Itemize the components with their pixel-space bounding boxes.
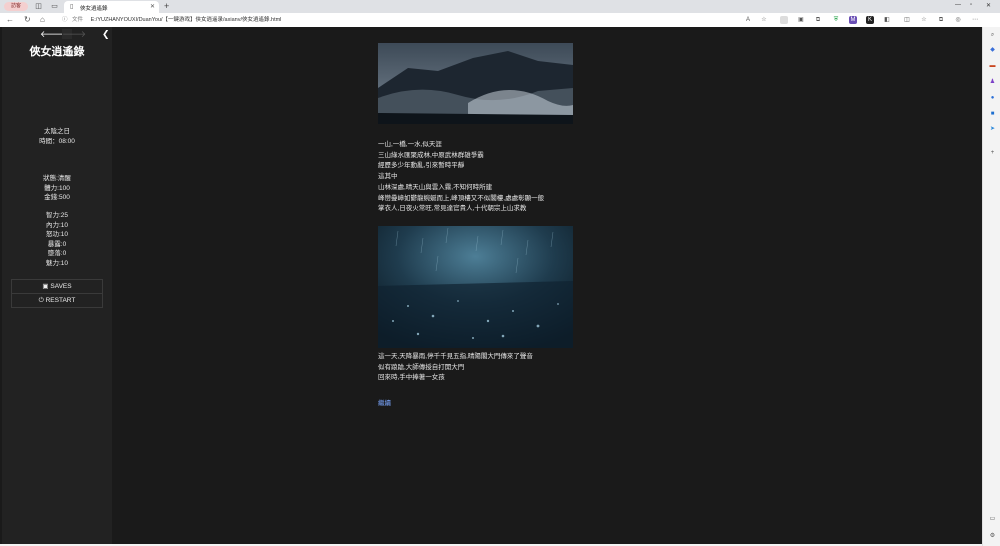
settings-gear-icon[interactable]: ⚙	[988, 532, 997, 541]
url-scheme-label: 文件	[72, 17, 84, 23]
stats-panel: 智力:25 內力:10 怒功:10 暴露:0 墮落:0 魅力:10	[2, 211, 112, 268]
story-line: 這一天,天降暴雨,停千千見五指,晴陽閣大門傳來了聲音	[378, 353, 533, 360]
refresh-icon[interactable]: ↻	[24, 15, 31, 24]
more-menu-icon[interactable]: ⋯	[971, 16, 979, 24]
circle-app-icon[interactable]: ●	[988, 94, 997, 103]
saves-label: SAVES	[50, 283, 72, 290]
close-window-icon[interactable]: ✕	[986, 2, 991, 9]
document-icon: ▯	[70, 4, 74, 10]
day-label: 太陰之日	[44, 128, 70, 135]
extension-icon-1[interactable]	[780, 16, 788, 24]
stat-exposure: 暴露:0	[47, 240, 67, 248]
extension-icon-3[interactable]: ⧉	[814, 16, 822, 24]
collections-icon[interactable]: ⧉	[937, 16, 945, 24]
story-line: 經歷多少年動亂,引來暫時平靜	[378, 162, 465, 170]
add-icon[interactable]: +	[988, 149, 997, 158]
restart-label: RESTART	[45, 297, 76, 304]
story-line: 回來時,手中捧著一女孩	[378, 374, 445, 382]
minimize-icon[interactable]: —	[955, 2, 961, 8]
stat-anger: 怒功:10	[45, 231, 69, 238]
save-disk-icon: ▣	[42, 283, 49, 290]
story-line: 這其中	[378, 173, 398, 181]
address-bar[interactable]: ⓘ 文件 E:/YUZHANYOUXI/DuanYou/【一鍵游戏】侠女逍遥录/…	[62, 15, 722, 25]
toolbox-icon[interactable]: ▬	[988, 62, 997, 71]
guest-profile-button[interactable]: 訪客	[4, 2, 28, 11]
saves-button[interactable]: ▣ SAVES	[11, 279, 103, 294]
tab-actions-icon[interactable]: ▭	[50, 2, 59, 11]
stat-corruption: 墮落:0	[47, 250, 67, 257]
story-line: 似有踉蹌,大師傳授自打開大門	[378, 363, 465, 371]
power-icon: ⏻	[38, 297, 44, 304]
screen-icon[interactable]: ▭	[988, 515, 997, 524]
history-forward-icon[interactable]: 🡒	[62, 29, 86, 39]
story-line: 三山綠水匯聚成林,中原武林群雄爭霸	[378, 151, 484, 159]
extension-icon-2[interactable]: ▣	[797, 16, 805, 24]
story-line: 一山,一橋,一水,似天涯	[378, 141, 442, 148]
story-paragraph-2: 這一天,天降暴雨,停千千見五指,晴陽閣大門傳來了聲音 似有踉蹌,大師傳授自打開大…	[378, 352, 678, 384]
tab-active[interactable]: ▯ 俠女逍遙錄 ✕	[64, 1, 159, 13]
stat-intelligence: 智力:25	[45, 212, 69, 219]
history-back-icon[interactable]: 🡐	[40, 29, 64, 39]
restart-button[interactable]: ⏻ RESTART	[11, 293, 103, 308]
tag-icon[interactable]: ◆	[988, 46, 997, 55]
continue-link[interactable]: 繼續	[378, 397, 391, 407]
extension-icon-6[interactable]: K	[866, 16, 874, 24]
game-sidebar: 🡐 🡒 ❮ 俠女逍遙錄 太陰之日 時間：08:00 狀態:清醒 體力:100 金…	[2, 27, 112, 544]
story-line: 峰巒疊嶂如鬱龍蜿蜒而上,峰頂樓又不似閣樓,處處彰顯一般	[378, 194, 545, 202]
workspaces-icon[interactable]: ◫	[34, 2, 43, 11]
time-value: 時間：08:00	[39, 137, 75, 145]
favorite-star-icon[interactable]: ☆	[760, 16, 768, 24]
home-icon[interactable]: ⌂	[40, 15, 45, 24]
browser-tab-bar: 訪客 ◫ ▭ ▯ 俠女逍遙錄 ✕ + — ▫ ✕	[0, 0, 1000, 13]
people-icon[interactable]: ♟	[988, 78, 997, 87]
collapse-sidebar-icon[interactable]: ❮	[102, 29, 110, 40]
address-toolbar: ← ↻ ⌂ ⓘ 文件 E:/YUZHANYOUXI/DuanYou/【一鍵游戏】…	[0, 13, 1000, 28]
tab-title: 俠女逍遙錄	[80, 6, 108, 12]
extension-icon-7[interactable]: ◧	[883, 16, 891, 24]
url-text[interactable]: E:/YUZHANYOUXI/DuanYou/【一鍵游戏】侠女逍遥录/axian…	[91, 17, 282, 23]
favorites-icon[interactable]: ☆	[920, 16, 928, 24]
status-panel: 狀態:清醒 體力:100 金錢:500	[2, 174, 112, 203]
rain-image	[378, 226, 573, 348]
read-aloud-icon[interactable]: A	[744, 16, 752, 24]
send-icon[interactable]: ➤	[988, 125, 997, 134]
extension-icon-5[interactable]: M	[849, 16, 857, 24]
time-panel: 太陰之日 時間：08:00	[2, 127, 112, 146]
search-icon[interactable]: ⌕	[988, 31, 997, 40]
misty-mountain-image	[378, 43, 573, 124]
outlook-icon[interactable]: ■	[988, 110, 997, 119]
split-screen-icon[interactable]: ◫	[903, 16, 911, 24]
site-info-icon[interactable]: ⓘ	[62, 17, 68, 23]
status-text: 狀態:清醒	[43, 175, 71, 182]
stat-charm: 魅力:10	[45, 259, 69, 267]
shield-icon[interactable]: ⛨	[832, 16, 840, 24]
stamina-text: 體力:100	[44, 184, 70, 192]
stat-inner-power: 內力:10	[45, 221, 69, 229]
browser-right-sidebar: ⌕ ◆ ▬ ♟ ● ■ ➤ + ▭ ⚙	[982, 27, 1000, 546]
back-icon[interactable]: ←	[6, 15, 14, 24]
profile-icon[interactable]: ◎	[954, 16, 962, 24]
money-text: 金錢:500	[44, 194, 70, 201]
story-line: 山林深處,晴天山與雲入霧,不知何時所建	[378, 183, 493, 191]
story-paragraph-1: 一山,一橋,一水,似天涯 三山綠水匯聚成林,中原武林群雄爭霸 經歷多少年動亂,引…	[378, 140, 678, 215]
close-tab-icon[interactable]: ✕	[150, 3, 155, 10]
page-viewport: 🡐 🡒 ❮ 俠女逍遙錄 太陰之日 時間：08:00 狀態:清醒 體力:100 金…	[0, 27, 982, 544]
maximize-icon[interactable]: ▫	[970, 2, 972, 8]
new-tab-icon[interactable]: +	[164, 1, 169, 11]
game-title: 俠女逍遙錄	[29, 46, 85, 58]
story-line: 掌衣人,日夜火常旺,常見達官貴人,十代朝宗上山求教	[378, 205, 527, 213]
